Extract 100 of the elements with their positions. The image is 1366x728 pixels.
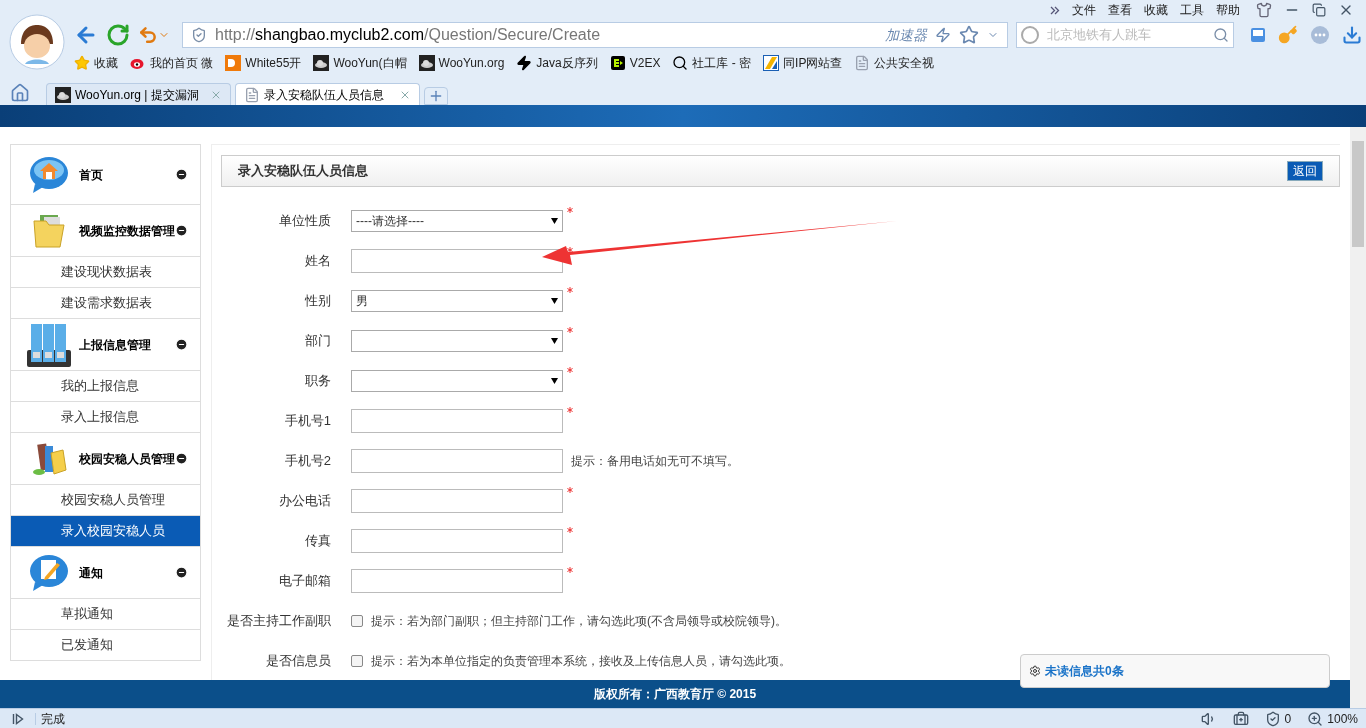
cloud-icon [313, 55, 330, 71]
checkbox[interactable] [351, 655, 363, 667]
collapse-icon[interactable] [175, 338, 188, 351]
shield-icon [191, 27, 207, 43]
sidebar-toggle-icon[interactable] [11, 712, 24, 725]
select-field[interactable] [351, 330, 563, 352]
zoom-icon[interactable] [1307, 710, 1324, 727]
bookmark-link[interactable]: WooYun(白帽 [313, 54, 407, 72]
sidebar-item[interactable]: 建设需求数据表 [11, 288, 200, 319]
group-title: 首页 [79, 166, 104, 184]
shirt-icon[interactable] [1256, 2, 1272, 18]
bookmark-link[interactable]: 公共安全视 [854, 54, 935, 72]
bookmark-link[interactable]: 社工库 - 密 [672, 54, 752, 72]
field-label: 传真 [304, 532, 331, 551]
toolbox-icon[interactable] [1232, 710, 1249, 727]
sidebar-group-header[interactable]: 上报信息管理 [11, 319, 200, 371]
bookmark-link[interactable]: V2EX [609, 54, 661, 72]
bookmark-link[interactable]: 收藏 [74, 54, 118, 72]
browser-tab[interactable]: 录入安稳队伍人员信息 [235, 83, 420, 105]
folder-icon [32, 212, 66, 249]
sidebar-item[interactable]: 建设现状数据表 [11, 257, 200, 288]
menu-item[interactable]: 文件 [1072, 1, 1096, 19]
sidebar-item[interactable]: 草拟通知 [11, 599, 200, 630]
back-button[interactable]: 返回 [1287, 161, 1323, 181]
menu-item[interactable]: 工具 [1180, 1, 1204, 19]
menu-item[interactable]: 帮助 [1216, 1, 1240, 19]
search-icon[interactable] [1213, 27, 1229, 43]
bolt-icon [516, 55, 533, 71]
copyright-text: 版权所有：广西教育厅 © 2015 [593, 686, 757, 703]
zoom-level[interactable]: 100% [1327, 709, 1358, 728]
cloud-icon [55, 86, 71, 103]
bookmark-link[interactable]: WooYun.org [418, 54, 505, 72]
select-field[interactable]: ----请选择---- [351, 210, 563, 232]
house-bubble-icon [29, 155, 69, 194]
binders-icon [26, 321, 72, 368]
browser-tab[interactable]: WooYun.org | 提交漏洞 [46, 83, 231, 105]
input-field[interactable] [351, 529, 563, 553]
field-label: 是否信息员 [265, 652, 331, 671]
chevrons-icon[interactable] [1050, 5, 1060, 15]
bookmark-link[interactable]: 同IP网站查 [763, 54, 843, 72]
more-icon[interactable] [1310, 25, 1330, 45]
menu-item[interactable]: 查看 [1108, 1, 1132, 19]
logo-icon [225, 55, 242, 71]
select-field[interactable]: 男 [351, 290, 563, 312]
collapse-icon[interactable] [175, 224, 188, 237]
group-title: 校园安稳人员管理 [79, 450, 175, 468]
field-label: 部门 [304, 332, 331, 351]
home-icon[interactable] [10, 83, 30, 103]
sidebar-item[interactable]: 录入上报信息 [11, 402, 200, 433]
url-text: http://shangbao.myclub2.com/Question/Secure/Create [215, 25, 602, 45]
new-tab-icon[interactable] [424, 87, 448, 105]
group-title: 视频监控数据管理 [79, 222, 175, 240]
tab-title: WooYun.org | 提交漏洞 [75, 86, 200, 104]
hint-text: 提示：备用电话如无可不填写。 [571, 453, 739, 470]
group-title: 上报信息管理 [79, 336, 152, 354]
bookmark-link[interactable]: White55开 [225, 54, 302, 72]
dropdown-icon [551, 298, 558, 304]
menu-item[interactable]: 收藏 [1144, 1, 1168, 19]
sidebar-item[interactable]: 录入校园安稳人员 [11, 516, 200, 547]
undo-icon[interactable] [138, 25, 158, 45]
collapse-icon[interactable] [175, 452, 188, 465]
select-field[interactable] [351, 370, 563, 392]
input-field[interactable] [351, 449, 563, 473]
hint-text: 提示：若为部门副职；但主持部门工作，请勾选此项(不含局领导或校院领导)。 [371, 613, 787, 630]
sidebar-group-header[interactable]: 视频监控数据管理 [11, 205, 200, 257]
bookmark-link[interactable]: 我的首页 微 [130, 54, 214, 72]
input-field[interactable] [351, 569, 563, 593]
logo-icon [763, 55, 780, 71]
download-icon[interactable] [1342, 25, 1362, 45]
input-field[interactable] [351, 409, 563, 433]
avatar-icon[interactable] [9, 14, 65, 70]
bolt-icon[interactable] [935, 27, 951, 43]
star-icon[interactable] [959, 25, 979, 45]
collapse-icon[interactable] [175, 566, 188, 579]
restore-icon[interactable] [1312, 3, 1326, 17]
field-label: 办公电话 [278, 492, 331, 511]
eye-icon [130, 56, 146, 70]
dropdown-icon [551, 338, 558, 344]
checkbox[interactable] [351, 615, 363, 627]
sidebar-group-header[interactable]: 首页 [11, 145, 200, 205]
scrollbar[interactable] [1350, 127, 1366, 708]
s-logo-icon [1021, 26, 1039, 44]
bookmark-link[interactable]: Java反序列 [516, 54, 598, 72]
sidebar-group-header[interactable]: 通知 [11, 547, 200, 599]
input-field[interactable] [351, 489, 563, 513]
sidebar-item[interactable]: 我的上报信息 [11, 371, 200, 402]
notification-popup[interactable]: 未读信息共0条 [1020, 654, 1330, 688]
page-icon [854, 55, 871, 71]
status-text: 完成 [41, 710, 66, 728]
sidebar-group-header[interactable]: 校园安稳人员管理 [11, 433, 200, 485]
collapse-icon[interactable] [175, 168, 188, 181]
refresh-icon[interactable] [106, 23, 130, 47]
input-field[interactable] [351, 249, 563, 273]
accelerator-label[interactable]: 加速器 [885, 24, 927, 46]
field-label: 单位性质 [278, 212, 331, 231]
address-field[interactable]: http://shangbao.myclub2.com/Question/Secure/Create 加速器 [182, 22, 1008, 48]
sidebar-item[interactable]: 已发通知 [11, 630, 200, 661]
screen-icon[interactable] [1250, 27, 1266, 43]
key-icon[interactable] [1278, 25, 1298, 45]
shield-icon[interactable] [1264, 710, 1281, 727]
